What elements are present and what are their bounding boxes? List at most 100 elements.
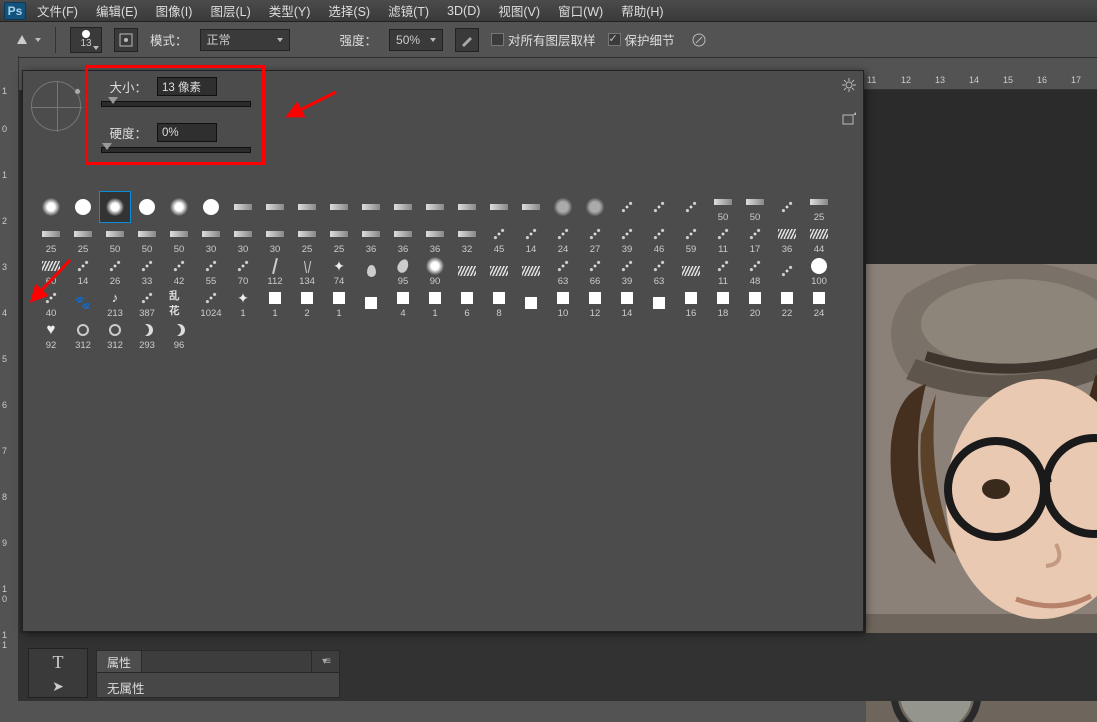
brush-preset[interactable]: 55 xyxy=(195,255,227,287)
angle-knob[interactable] xyxy=(74,88,81,95)
brush-preset[interactable]: 20 xyxy=(739,287,771,319)
brush-preset[interactable] xyxy=(611,191,643,223)
brush-preset[interactable]: 26 xyxy=(99,255,131,287)
brush-preset[interactable]: 39 xyxy=(611,223,643,255)
brush-preset[interactable]: 50 xyxy=(163,223,195,255)
brush-preset[interactable]: 33 xyxy=(131,255,163,287)
brush-preset[interactable]: ✦74 xyxy=(323,255,355,287)
menu-select[interactable]: 选择(S) xyxy=(321,0,377,22)
brush-preset[interactable] xyxy=(771,255,803,287)
brush-preset[interactable]: 36 xyxy=(419,223,451,255)
brush-preset[interactable]: 312 xyxy=(99,319,131,351)
brush-preset[interactable]: 90 xyxy=(419,255,451,287)
brush-preset[interactable]: 312 xyxy=(67,319,99,351)
brush-preset[interactable]: 25 xyxy=(291,223,323,255)
brush-preset[interactable]: 25 xyxy=(67,223,99,255)
brush-preset[interactable]: 44 xyxy=(803,223,835,255)
brush-preset[interactable]: 36 xyxy=(355,223,387,255)
brush-preset[interactable]: 63 xyxy=(643,255,675,287)
protect-detail-checkbox[interactable]: 保护细节 xyxy=(608,30,675,49)
brush-preset[interactable]: 96 xyxy=(163,319,195,351)
brush-preset[interactable] xyxy=(163,191,195,223)
brush-preset[interactable]: 134 xyxy=(291,255,323,287)
brush-preset[interactable]: 17 xyxy=(739,223,771,255)
menu-view[interactable]: 视图(V) xyxy=(491,0,547,22)
path-selection-tool[interactable]: ➤ xyxy=(52,678,64,695)
brush-preset[interactable] xyxy=(515,255,547,287)
brush-preset[interactable]: 1024 xyxy=(195,287,227,319)
brush-preset[interactable]: 11 xyxy=(707,255,739,287)
brush-preset[interactable]: 11 xyxy=(707,223,739,255)
brush-preset[interactable]: 387 xyxy=(131,287,163,319)
brush-preset[interactable]: 50 xyxy=(99,223,131,255)
brush-preset[interactable]: 39 xyxy=(611,255,643,287)
brush-preset[interactable] xyxy=(451,191,483,223)
menu-image[interactable]: 图像(I) xyxy=(149,0,200,22)
brush-preset[interactable]: 100 xyxy=(803,255,835,287)
pressure-toggle[interactable] xyxy=(687,28,711,52)
brush-preset[interactable] xyxy=(419,191,451,223)
brush-preset[interactable] xyxy=(35,191,67,223)
menu-layer[interactable]: 图层(L) xyxy=(203,0,257,22)
brush-preset[interactable]: 36 xyxy=(771,223,803,255)
panel-flyout-menu[interactable]: ▾≡ xyxy=(311,651,339,672)
new-preset-button[interactable] xyxy=(841,111,857,127)
brush-preset[interactable]: 293 xyxy=(131,319,163,351)
brush-preset[interactable]: 14 xyxy=(515,223,547,255)
brush-preset[interactable]: 1 xyxy=(323,287,355,319)
menu-help[interactable]: 帮助(H) xyxy=(614,0,670,22)
brush-preset[interactable] xyxy=(67,191,99,223)
brush-preset[interactable] xyxy=(643,191,675,223)
brush-preset[interactable]: 22 xyxy=(771,287,803,319)
brush-preset[interactable]: 30 xyxy=(259,223,291,255)
brush-preset[interactable]: 32 xyxy=(451,223,483,255)
properties-tab[interactable]: 属性 xyxy=(97,651,142,672)
brush-preset[interactable]: 4 xyxy=(387,287,419,319)
brush-preset[interactable]: 8 xyxy=(483,287,515,319)
brush-preset[interactable]: 乱花 xyxy=(163,287,195,319)
brush-preset[interactable]: 46 xyxy=(643,223,675,255)
brush-preset[interactable] xyxy=(579,191,611,223)
brush-preset[interactable]: ♪213 xyxy=(99,287,131,319)
brush-preset[interactable]: 25 xyxy=(323,223,355,255)
brush-panel-toggle[interactable] xyxy=(114,28,138,52)
type-tool[interactable]: T xyxy=(53,652,64,673)
brush-preset[interactable] xyxy=(515,191,547,223)
brush-preset[interactable]: 63 xyxy=(547,255,579,287)
brush-preset[interactable] xyxy=(771,191,803,223)
brush-preset[interactable]: 25 xyxy=(35,223,67,255)
brush-preset[interactable] xyxy=(227,191,259,223)
brush-preset[interactable]: 70 xyxy=(227,255,259,287)
brush-preset[interactable] xyxy=(387,191,419,223)
brush-preset[interactable] xyxy=(99,191,131,223)
brush-preset[interactable]: 30 xyxy=(195,223,227,255)
menu-3d[interactable]: 3D(D) xyxy=(440,2,487,20)
brush-preset-picker[interactable]: 13 xyxy=(70,27,102,53)
brush-preset[interactable]: 36 xyxy=(387,223,419,255)
brush-preset[interactable] xyxy=(355,191,387,223)
airbrush-toggle[interactable] xyxy=(455,28,479,52)
brush-preset[interactable]: 10 xyxy=(547,287,579,319)
brush-preset[interactable]: 24 xyxy=(547,223,579,255)
brush-preset[interactable] xyxy=(675,255,707,287)
brush-preset[interactable] xyxy=(451,255,483,287)
brush-preset[interactable]: 30 xyxy=(227,223,259,255)
brush-preset[interactable]: 50 xyxy=(739,191,771,223)
brush-preset[interactable]: 16 xyxy=(675,287,707,319)
brush-preset[interactable]: 45 xyxy=(483,223,515,255)
brush-preset[interactable]: 95 xyxy=(387,255,419,287)
brush-preset[interactable]: 1 xyxy=(259,287,291,319)
brush-preset[interactable]: 112 xyxy=(259,255,291,287)
brush-preset[interactable] xyxy=(323,191,355,223)
brush-preset[interactable] xyxy=(547,191,579,223)
brush-preset[interactable] xyxy=(355,287,387,319)
brush-preset[interactable] xyxy=(291,191,323,223)
brush-preset[interactable]: 48 xyxy=(739,255,771,287)
brush-preset[interactable] xyxy=(515,287,547,319)
brush-preset[interactable]: 59 xyxy=(675,223,707,255)
strength-field[interactable]: 50% xyxy=(389,29,443,51)
tool-preset-picker[interactable] xyxy=(10,28,41,52)
brush-preset[interactable] xyxy=(259,191,291,223)
brush-preset[interactable]: 24 xyxy=(803,287,835,319)
brush-preset[interactable]: 2 xyxy=(291,287,323,319)
